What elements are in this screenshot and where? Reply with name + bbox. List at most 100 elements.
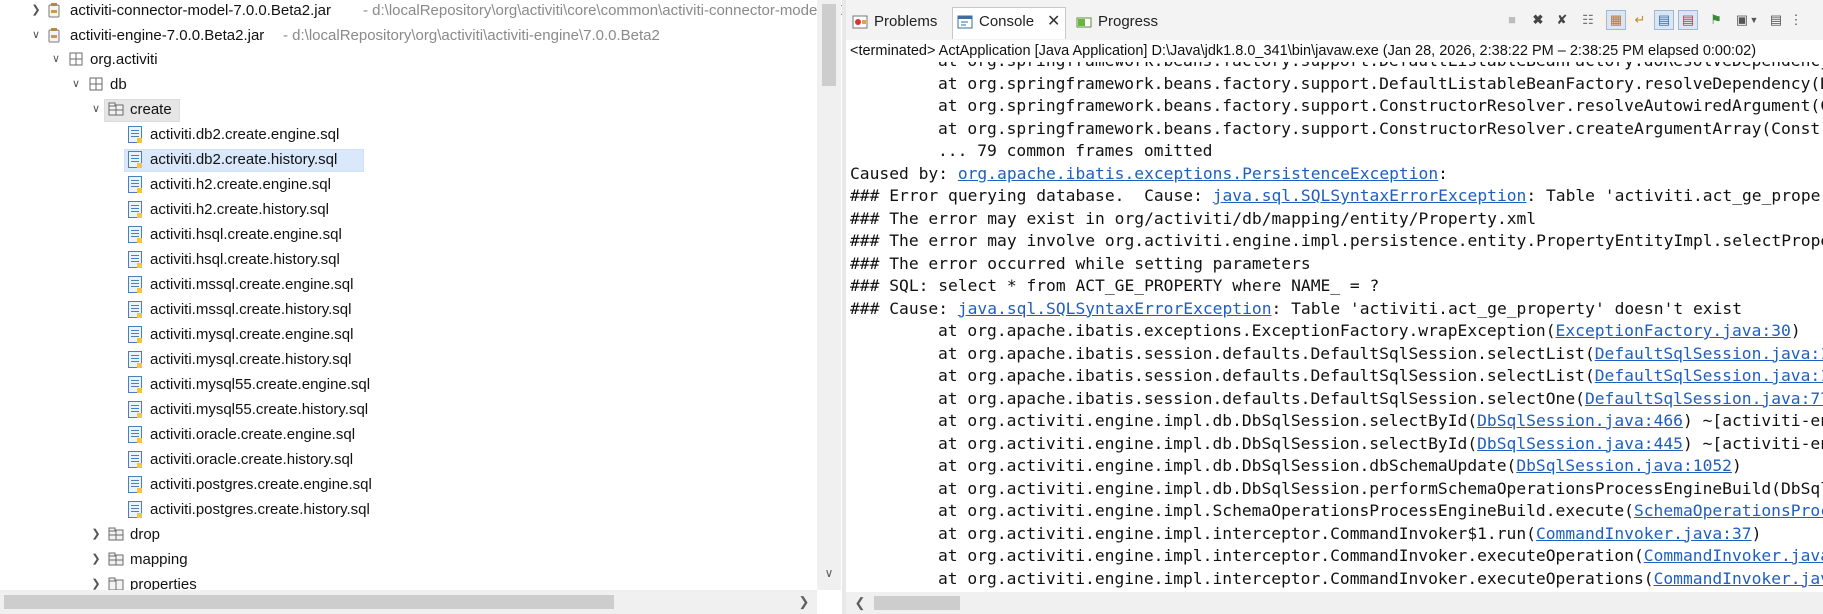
stacktrace-link[interactable]: java.sql.SQLSyntaxErrorException xyxy=(1213,186,1527,205)
tree-row-file-selected[interactable]: activiti.db2.create.history.sql xyxy=(0,147,817,172)
stacktrace-link[interactable]: org.apache.ibatis.exceptions.Persistence… xyxy=(958,164,1438,183)
package-icon xyxy=(89,77,103,91)
stacktrace-link[interactable]: CommandInvoker.java:67 xyxy=(1654,569,1823,588)
folder-package-icon xyxy=(108,527,124,541)
scrollbar-thumb[interactable] xyxy=(874,596,960,610)
folder-package-icon xyxy=(108,102,124,116)
console-text: ) ~[activiti-engine-7.0.0.Beta2.jar:7.0.… xyxy=(1682,433,1823,453)
console-text: at org.activiti.engine.impl.SchemaOperat… xyxy=(938,501,1634,520)
console-text: ### The error may exist in org/activiti/… xyxy=(850,208,1537,228)
sql-file-icon xyxy=(128,301,142,318)
tree-row-file[interactable]: activiti.h2.create.history.sql xyxy=(0,197,817,222)
console-text: at org.activiti.engine.impl.db.DbSqlSess… xyxy=(938,411,1478,430)
tree-row-package[interactable]: ∨ org.activiti xyxy=(0,47,817,72)
tab-progress[interactable]: Progress xyxy=(1072,8,1172,36)
chevron-right-icon[interactable]: ❯ xyxy=(90,522,102,547)
stacktrace-link[interactable]: DbSqlSession.java:445 xyxy=(1477,434,1683,453)
console-text: ### Error querying database. Cause: xyxy=(850,186,1213,205)
dropdown-arrow-icon[interactable]: ▼ xyxy=(1749,11,1759,29)
console-line: at org.springframework.beans.factory.sup… xyxy=(850,62,1823,72)
stacktrace-link[interactable]: DbSqlSession.java:1052 xyxy=(1516,456,1732,475)
tree-label: db xyxy=(110,76,127,93)
package-icon xyxy=(69,52,83,66)
tree-row-file[interactable]: activiti.hsql.create.engine.sql xyxy=(0,222,817,247)
tree-row-package[interactable]: ∨ db xyxy=(0,72,817,97)
scrollbar-thumb[interactable] xyxy=(822,4,836,86)
tree-row-folder-selected[interactable]: ∨ create xyxy=(0,97,817,122)
chevron-right-icon[interactable]: ❯ xyxy=(796,594,812,610)
tree-row-jar[interactable]: ❯ activiti-connector-model-7.0.0.Beta2.j… xyxy=(0,0,842,23)
open-console-icon[interactable]: ▤ xyxy=(1767,11,1785,29)
stacktrace-link[interactable]: DefaultSqlSession.java:150 xyxy=(1595,344,1823,363)
sql-file-icon xyxy=(128,151,142,168)
chevron-down-icon[interactable]: ∨ xyxy=(90,97,102,122)
chevron-left-icon[interactable]: ❮ xyxy=(852,595,868,611)
chevron-down-icon[interactable]: ∨ xyxy=(70,72,82,97)
console-text: ) xyxy=(1751,523,1762,543)
tree-row-file[interactable]: activiti.hsql.create.history.sql xyxy=(0,247,817,272)
tab-console[interactable]: Console ✕ xyxy=(952,7,1066,39)
terminate-icon[interactable]: ■ xyxy=(1503,11,1521,29)
tree-label: activiti.mysql.create.engine.sql xyxy=(150,326,354,343)
stacktrace-link[interactable]: CommandInvoker.java:81 xyxy=(1644,546,1823,565)
tree-row-file[interactable]: activiti.postgres.create.history.sql xyxy=(0,497,817,522)
chevron-down-icon[interactable]: ∨ xyxy=(50,47,62,72)
tree-row-file[interactable]: activiti.db2.create.engine.sql xyxy=(0,122,817,147)
tree-row-file[interactable]: activiti.mssql.create.history.sql xyxy=(0,297,817,322)
pin-console-icon[interactable]: ⚑ xyxy=(1707,11,1725,29)
tree-row-file[interactable]: activiti.postgres.create.engine.sql xyxy=(0,472,817,497)
tree-row-file[interactable]: activiti.mysql55.create.engine.sql xyxy=(0,372,817,397)
console-text: : Table 'activiti.act_ge_property' doesn… xyxy=(1526,186,1823,205)
close-icon[interactable]: ✕ xyxy=(1047,8,1060,36)
show-on-stderr-icon[interactable]: ▤ xyxy=(1678,10,1698,30)
vertical-scrollbar[interactable]: ∨ xyxy=(817,0,841,590)
chevron-right-icon[interactable]: ❯ xyxy=(90,547,102,572)
console-output[interactable]: at org.springframework.beans.factory.sup… xyxy=(846,62,1823,592)
stacktrace-link[interactable]: SchemaOperationsProcessEngineBuild.java:… xyxy=(1634,501,1823,520)
console-text: ### The error may involve org.activiti.e… xyxy=(850,231,1823,250)
stacktrace-link[interactable]: DefaultSqlSession.java:77 xyxy=(1585,389,1823,408)
chevron-right-icon[interactable]: ❯ xyxy=(90,572,102,590)
tree-row-folder[interactable]: ❯ drop xyxy=(0,522,817,547)
chevron-down-icon[interactable]: ∨ xyxy=(30,23,42,48)
stacktrace-link[interactable]: DefaultSqlSession.java:141 xyxy=(1595,366,1823,385)
stacktrace-link[interactable]: java.sql.SQLSyntaxErrorException xyxy=(958,299,1272,318)
console-line: ### SQL: select * from ACT_GE_PROPERTY w… xyxy=(850,275,1379,297)
console-line: ... 79 common frames omitted xyxy=(850,140,1212,162)
console-line: ### The error may exist in org/activiti/… xyxy=(850,208,1536,230)
tree-row-jar[interactable]: ∨ activiti-engine-7.0.0.Beta2.jar - d:\l… xyxy=(0,23,817,48)
remove-launch-icon[interactable]: ✖ xyxy=(1529,11,1547,29)
tree-label: activiti.db2.create.engine.sql xyxy=(150,126,340,143)
remove-all-terminated-icon[interactable]: ✘ xyxy=(1553,11,1571,29)
chevron-right-icon[interactable]: ❯ xyxy=(30,0,42,23)
word-wrap-icon[interactable]: ↵ xyxy=(1631,11,1649,29)
scroll-lock-icon[interactable]: ▦ xyxy=(1606,10,1626,30)
package-explorer: ❯ activiti-connector-model-7.0.0.Beta2.j… xyxy=(0,0,842,614)
console-line: at org.apache.ibatis.session.defaults.De… xyxy=(850,388,1823,410)
tree-path: - d:\localRepository\org\activiti\core\c… xyxy=(363,2,842,19)
stacktrace-link[interactable]: DbSqlSession.java:466 xyxy=(1477,411,1683,430)
scrollbar-thumb[interactable] xyxy=(4,595,614,609)
tree-row-file[interactable]: activiti.oracle.create.history.sql xyxy=(0,447,817,472)
tree-row-file[interactable]: activiti.h2.create.engine.sql xyxy=(0,172,817,197)
tree-row-file[interactable]: activiti.mysql.create.history.sql xyxy=(0,347,817,372)
tree-row-file[interactable]: activiti.mysql55.create.history.sql xyxy=(0,397,817,422)
horizontal-scrollbar[interactable]: ❮ xyxy=(846,592,1823,614)
show-on-stdout-icon[interactable]: ▤ xyxy=(1654,10,1674,30)
tree-label: activiti.postgres.create.engine.sql xyxy=(150,476,372,493)
tree-row-file[interactable]: activiti.mssql.create.engine.sql xyxy=(0,272,817,297)
tree-row-folder[interactable]: ❯ properties xyxy=(0,572,817,590)
tree-row-file[interactable]: activiti.oracle.create.engine.sql xyxy=(0,422,817,447)
stacktrace-link[interactable]: ExceptionFactory.java:30 xyxy=(1556,321,1791,340)
console-line: at org.springframework.beans.factory.sup… xyxy=(850,73,1823,95)
tree-row-folder[interactable]: ❯ mapping xyxy=(0,547,817,572)
tree-row-file[interactable]: activiti.mysql.create.engine.sql xyxy=(0,322,817,347)
tab-problems[interactable]: Problems xyxy=(848,8,952,36)
stacktrace-link[interactable]: CommandInvoker.java:37 xyxy=(1536,524,1752,543)
chevron-down-icon[interactable]: ∨ xyxy=(822,566,836,582)
clear-console-icon[interactable]: ☷ xyxy=(1579,11,1597,29)
view-menu-icon[interactable]: ⋮ xyxy=(1787,11,1805,29)
horizontal-scrollbar[interactable]: ❯ xyxy=(0,590,817,614)
tree-label: org.activiti xyxy=(90,51,158,68)
console-line: ### Cause: java.sql.SQLSyntaxErrorExcept… xyxy=(850,298,1742,320)
